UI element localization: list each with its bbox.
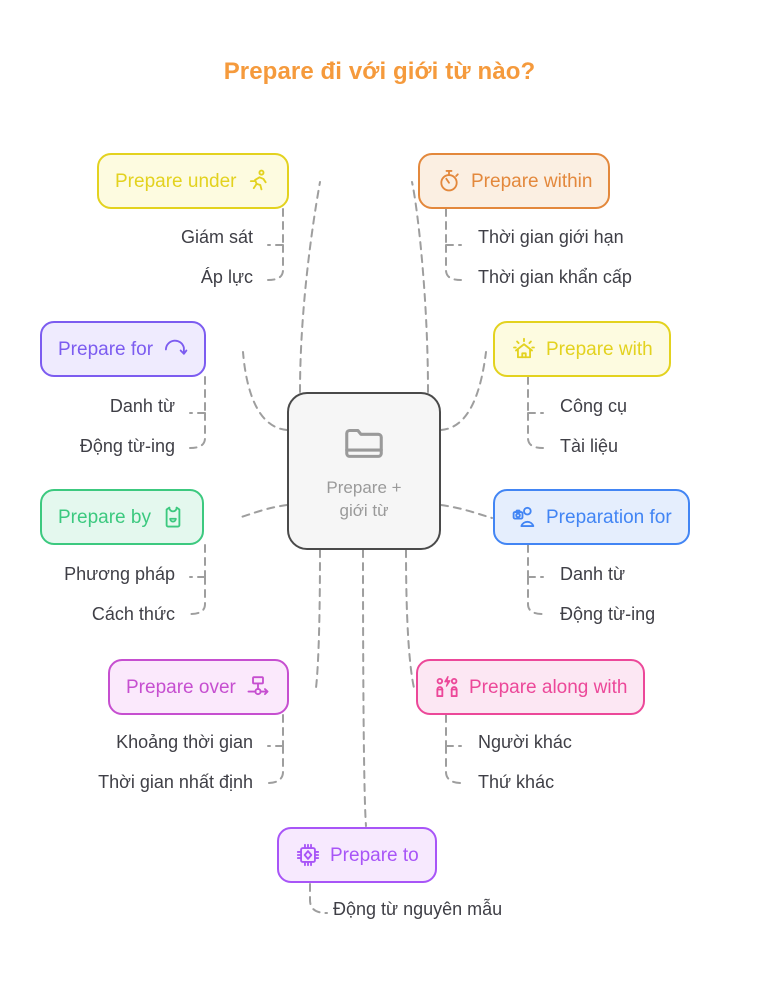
sub-item-danh-tu-preparation: Danh từ (560, 564, 626, 584)
house-shine-icon (511, 336, 537, 362)
mindmap-canvas: Prepare đi với giới từ nào? Prepare + gi… (0, 0, 759, 981)
sub-item-nguoi-khac: Người khác (478, 732, 572, 752)
node-preparation-for-label: Preparation for (546, 506, 672, 528)
node-prepare-along-with[interactable]: Prepare along with (416, 659, 646, 715)
sub-item-dong-tu-ing-preparation: Động từ-ing (560, 604, 656, 624)
page-title: Prepare đi với giới từ nào? (223, 58, 536, 85)
node-prepare-within[interactable]: Prepare within (418, 153, 611, 209)
link-center-prepare-for (242, 351, 288, 431)
node-prepare-along-with-label: Prepare along with (469, 676, 628, 698)
stopwatch-icon (436, 168, 462, 194)
node-prepare-with[interactable]: Prepare with (493, 321, 671, 377)
node-prepare-under[interactable]: Prepare under (97, 153, 290, 209)
sub-item-phuong-phap: Phương pháp (64, 564, 175, 584)
link-prepare-within-children (445, 208, 462, 281)
person-camera-icon (511, 504, 537, 530)
node-prepare-over-label: Prepare over (126, 676, 236, 698)
center-node-line1: Prepare + (326, 478, 402, 498)
flow-arrow-icon (245, 674, 271, 700)
apron-icon (160, 504, 186, 530)
link-center-prepare-within (411, 181, 429, 393)
curved-arrow-icon (162, 336, 188, 362)
link-center-prepare-over (315, 549, 321, 689)
link-prepare-over-children (267, 714, 284, 784)
node-prepare-to-label: Prepare to (330, 844, 419, 866)
node-prepare-within-label: Prepare within (471, 170, 593, 192)
link-prepare-for-children (189, 376, 206, 449)
two-people-icon (434, 674, 460, 700)
sub-item-dong-tu-nguyen-mau: Động từ nguyên mẫu (333, 899, 503, 919)
link-prepare-to-children (309, 883, 328, 914)
running-person-icon (245, 168, 271, 194)
link-center-prepare-by (237, 504, 288, 519)
center-node-line2: giới từ (339, 501, 389, 520)
node-prepare-to[interactable]: Prepare to (277, 827, 437, 883)
node-prepare-by[interactable]: Prepare by (40, 489, 204, 545)
sub-item-thu-khac: Thứ khác (478, 772, 555, 792)
link-prepare-by-children (189, 544, 206, 615)
link-center-prepare-under (299, 181, 321, 393)
link-prepare-with-children (527, 376, 544, 449)
center-node[interactable]: Prepare + giới từ (287, 392, 441, 550)
sub-item-danh-tu-for: Danh từ (109, 396, 175, 416)
link-preparation-for-children (527, 544, 544, 615)
sub-item-thoi-gian-gioi-han: Thời gian giới hạn (478, 227, 624, 247)
sub-item-cong-cu: Công cụ (560, 396, 628, 416)
sub-item-giam-sat: Giám sát (180, 227, 253, 247)
sub-item-khoang-thoi-gian: Khoảng thời gian (116, 732, 253, 752)
sub-item-tai-lieu: Tài liệu (560, 436, 619, 456)
link-center-prepare-along-with (405, 549, 415, 689)
node-prepare-for[interactable]: Prepare for (40, 321, 207, 377)
sub-item-ap-luc: Áp lực (200, 267, 253, 287)
node-prepare-with-label: Prepare with (546, 338, 653, 360)
link-center-prepare-to (362, 549, 367, 827)
folder-icon (341, 419, 387, 465)
node-prepare-over[interactable]: Prepare over (108, 659, 289, 715)
link-center-prepare-with (440, 351, 487, 431)
link-center-preparation-for (440, 504, 493, 519)
node-prepare-by-label: Prepare by (58, 506, 151, 528)
sub-item-thoi-gian-nhat-dinh: Thời gian nhất định (98, 772, 253, 792)
node-prepare-for-label: Prepare for (58, 338, 154, 360)
center-node-label: Prepare + giới từ (326, 477, 401, 523)
link-prepare-along-with-children (445, 714, 462, 784)
node-preparation-for[interactable]: Preparation for (493, 489, 690, 545)
sub-item-dong-tu-ing-for: Động từ-ing (79, 436, 175, 456)
sub-item-cach-thuc: Cách thức (91, 604, 175, 624)
sub-item-thoi-gian-khan-cap: Thời gian khẩn cấp (478, 267, 632, 287)
node-prepare-under-label: Prepare under (115, 170, 237, 192)
chip-icon (295, 842, 321, 868)
link-prepare-under-children (267, 208, 284, 281)
